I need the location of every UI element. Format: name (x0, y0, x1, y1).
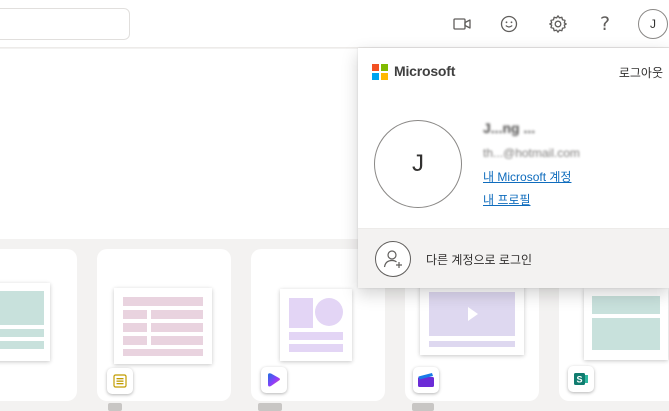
video-camera-icon[interactable] (446, 8, 478, 40)
loop-icon (261, 367, 287, 393)
sign-out-link[interactable]: 로그아웃 (619, 64, 663, 81)
template-thumbnail (114, 288, 212, 364)
template-thumbnail (584, 288, 668, 360)
gear-icon[interactable] (542, 8, 574, 40)
smiley-feedback-icon[interactable] (493, 8, 525, 40)
user-email: th...@hotmail.com (483, 146, 580, 160)
brand-name: Microsoft (394, 63, 456, 79)
my-microsoft-account-link[interactable]: 내 Microsoft 계정 (483, 168, 571, 185)
clipchamp-icon (413, 367, 439, 393)
user-display-name: J...ng ... (483, 120, 536, 136)
search-box[interactable] (0, 8, 130, 40)
profile-avatar[interactable]: J (374, 120, 462, 208)
template-thumbnail (280, 289, 352, 361)
sway-icon: S (568, 366, 594, 392)
question-mark-icon[interactable]: ? (589, 8, 621, 40)
account-flyout: Microsoft 로그아웃 J J...ng ... th...@hotmai… (358, 48, 669, 288)
template-card[interactable] (97, 249, 231, 401)
template-card[interactable] (0, 249, 77, 401)
account-avatar-button[interactable]: J (638, 9, 668, 39)
svg-text:S: S (576, 375, 582, 385)
add-person-icon (375, 241, 411, 277)
my-profile-link[interactable]: 내 프로필 (483, 191, 531, 208)
template-label (258, 403, 282, 411)
template-label (108, 403, 122, 411)
template-thumbnail (420, 283, 524, 355)
template-label (412, 403, 434, 411)
forms-icon (107, 368, 133, 394)
sign-in-other-account-row[interactable]: 다른 계정으로 로그인 (358, 228, 669, 288)
sign-in-other-account-label: 다른 계정으로 로그인 (426, 253, 533, 267)
top-bar: ? J (0, 0, 669, 48)
template-thumbnail (0, 283, 50, 361)
microsoft-logo-icon (372, 64, 388, 80)
